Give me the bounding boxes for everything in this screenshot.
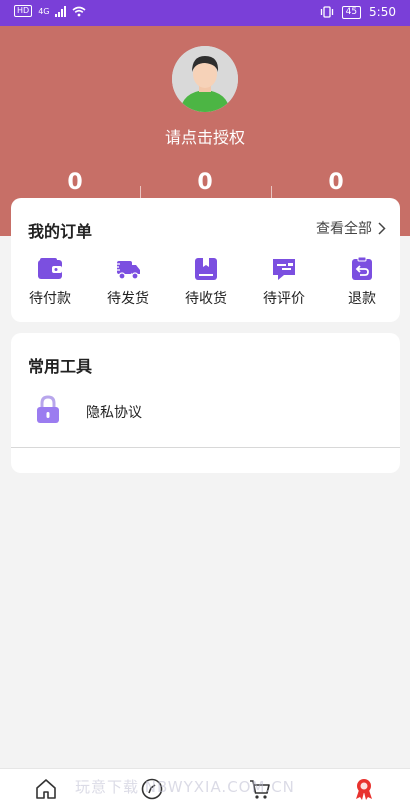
order-item-label: 待收货 (185, 291, 227, 307)
hd-indicator: HD (14, 5, 33, 17)
tools-title: 常用工具 (28, 357, 93, 376)
stat-value-2[interactable]: 0 (185, 170, 225, 195)
wallet-icon (38, 258, 62, 279)
order-item-label: 待评价 (263, 291, 305, 307)
badge-icon[interactable] (352, 777, 376, 801)
battery-indicator: 45 (341, 5, 362, 19)
network-type: 4G (38, 6, 50, 16)
status-time: 5:50 (369, 5, 396, 19)
tool-item-label: 隐私协议 (86, 405, 142, 421)
orders-card: 我的订单 查看全部 待付款 待发货 待收货 待评价 退款 (11, 198, 400, 322)
review-icon (273, 259, 295, 280)
order-pending-review[interactable]: 待评价 (249, 256, 319, 308)
order-item-label: 待付款 (29, 291, 71, 307)
stat-value-1[interactable]: 0 (55, 170, 95, 195)
status-bar: HD 4G 45 5:50 (0, 0, 410, 26)
compass-icon[interactable] (140, 777, 164, 801)
lock-icon (37, 395, 59, 423)
order-refund[interactable]: 退款 (327, 256, 397, 308)
bottom-tab-bar (0, 768, 410, 807)
stat-divider (271, 186, 272, 198)
tools-card: 常用工具 隐私协议 (11, 333, 400, 473)
view-all-label: 查看全部 (316, 221, 372, 237)
tool-item-privacy[interactable]: 隐私协议 (11, 385, 400, 448)
order-item-label: 退款 (348, 291, 376, 307)
avatar-icon (172, 46, 238, 112)
truck-icon (115, 261, 140, 280)
order-pending-receipt[interactable]: 待收货 (171, 256, 241, 308)
vibrate-icon (320, 6, 333, 18)
auth-prompt[interactable]: 请点击授权 (0, 124, 410, 148)
order-pending-payment[interactable]: 待付款 (15, 256, 85, 308)
order-item-label: 待发货 (107, 291, 149, 307)
view-all-orders-link[interactable]: 查看全部 (316, 218, 386, 238)
avatar[interactable] (172, 46, 238, 112)
signal-icon (55, 5, 67, 17)
refund-icon (352, 256, 372, 280)
package-icon (195, 258, 217, 280)
orders-title: 我的订单 (28, 222, 93, 241)
wifi-icon (72, 6, 86, 16)
chevron-right-icon (378, 221, 386, 235)
stat-value-3[interactable]: 0 (316, 170, 356, 195)
home-icon[interactable] (34, 777, 58, 801)
stat-divider (140, 186, 141, 198)
cart-icon[interactable] (248, 777, 272, 801)
order-pending-shipment[interactable]: 待发货 (93, 256, 163, 308)
